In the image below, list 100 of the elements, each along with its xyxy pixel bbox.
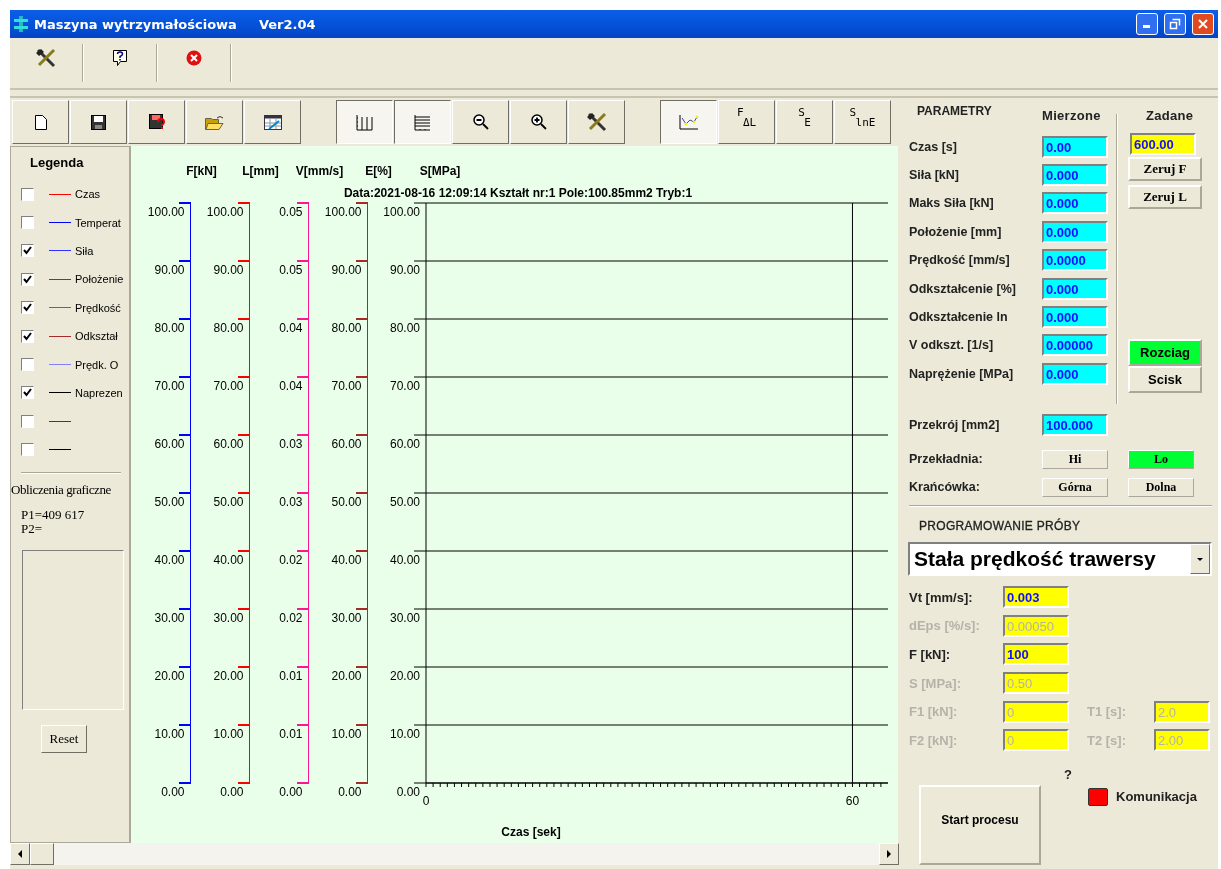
- tick-label: 0.00: [161, 785, 185, 799]
- checkbox[interactable]: [21, 329, 34, 343]
- checkbox[interactable]: [21, 414, 34, 428]
- zero-button[interactable]: Zeruj F: [1128, 157, 1202, 181]
- input-field[interactable]: 100: [1003, 643, 1069, 666]
- value-field[interactable]: 100.000: [1042, 414, 1108, 436]
- limit-switch-button[interactable]: Dolna: [1128, 477, 1194, 497]
- scroll-thumb[interactable]: [30, 843, 54, 865]
- tick-label: 80.00: [154, 321, 185, 335]
- checkbox[interactable]: [21, 216, 34, 230]
- tick-label: 100.00: [206, 205, 244, 219]
- restore-button[interactable]: [1164, 13, 1186, 35]
- tick-label: 10.00: [154, 727, 185, 741]
- mode-dropdown[interactable]: Stała prędkość trawersy: [908, 542, 1212, 576]
- minimize-button[interactable]: [1136, 13, 1158, 35]
- tick-label: 0.01: [279, 727, 303, 741]
- checkbox[interactable]: [21, 358, 34, 372]
- toolbar-button[interactable]: F ΔL: [718, 100, 775, 144]
- checkbox[interactable]: [21, 301, 34, 315]
- scroll-left-button[interactable]: [10, 843, 30, 865]
- tick-label: 0.04: [279, 379, 303, 393]
- tick-label: 0.02: [279, 553, 303, 567]
- tick-label: 90.00: [213, 263, 244, 277]
- document-icon: [34, 114, 47, 130]
- toolbar-button[interactable]: S lnE: [834, 100, 891, 144]
- param-label: Odkształcenie [%]: [909, 281, 1017, 296]
- input-field[interactable]: 0.003: [1003, 586, 1069, 609]
- tick-label: 80.00: [213, 321, 244, 335]
- restore-icon: [1169, 18, 1181, 30]
- checkbox[interactable]: [21, 272, 34, 286]
- zoom-in-icon: [530, 114, 547, 130]
- result-text: P1=409 617: [21, 507, 86, 522]
- tick-label: 0.00: [279, 785, 303, 799]
- tick-label: 30.00: [154, 611, 185, 625]
- tick-label: 50.00: [154, 495, 185, 509]
- legend-label: Położenie: [75, 273, 124, 286]
- tick-label: 20.00: [389, 669, 420, 683]
- checkbox[interactable]: [21, 386, 34, 400]
- tick-label: 100.00: [383, 205, 420, 219]
- gear-button[interactable]: Hi: [1042, 449, 1108, 469]
- tick-label: 70.00: [213, 379, 244, 393]
- legend-label: Siła: [75, 244, 94, 257]
- tick-label: 20.00: [213, 669, 244, 683]
- toolbar-button[interactable]: S E: [776, 100, 833, 144]
- value-field: 0.000: [1042, 163, 1108, 186]
- checkbox[interactable]: [21, 443, 34, 457]
- tick-label: 60.00: [389, 437, 420, 451]
- tick-label: 0.02: [279, 611, 303, 625]
- mode-button[interactable]: Scisk: [1128, 366, 1202, 393]
- param-label: V odkszt. [1/s]: [909, 338, 995, 353]
- axis-unit: F[kN]: [186, 164, 217, 178]
- param-label: Krańcówka:: [909, 480, 981, 494]
- limit-switch-button[interactable]: Górna: [1042, 477, 1108, 497]
- param-label: Położenie [mm]: [909, 224, 1003, 239]
- tick-label: 70.00: [154, 379, 185, 393]
- param-label: Siła [kN]: [909, 167, 960, 182]
- legend-label: Odkształ: [75, 330, 118, 343]
- tick-label: 0.00: [338, 785, 362, 799]
- start-button[interactable]: Start procesu: [919, 784, 1041, 865]
- axis-title: Czas [sek]: [501, 825, 561, 839]
- checkbox[interactable]: [21, 244, 34, 258]
- zero-button[interactable]: Zeruj L: [1128, 185, 1202, 209]
- horizontal-scrollbar[interactable]: [10, 843, 899, 865]
- value-field[interactable]: 600.00: [1130, 133, 1196, 155]
- tick-label: 10.00: [213, 727, 244, 741]
- close-button[interactable]: [1192, 13, 1214, 35]
- value-field: 0.000: [1042, 192, 1108, 215]
- tick-label: 60.00: [331, 437, 362, 451]
- status-mark: ?: [1064, 766, 1073, 782]
- scroll-right-button[interactable]: [879, 843, 899, 865]
- column-header: Mierzone: [1042, 108, 1102, 123]
- tick-label: 20.00: [331, 669, 362, 683]
- table-icon: [263, 114, 282, 130]
- tick-label: 40.00: [389, 553, 420, 567]
- tick-label: 100.00: [147, 205, 185, 219]
- mode-button[interactable]: Rozciag: [1128, 339, 1202, 366]
- tick-label: 50.00: [389, 495, 420, 509]
- param-label: Prędkość [mm/s]: [909, 253, 1011, 268]
- tick-label: 0.00: [396, 785, 420, 799]
- tools-icon: [585, 112, 608, 132]
- tick-label: 90.00: [331, 263, 362, 277]
- tick-label: 0: [422, 794, 430, 808]
- param-label: Czas [s]: [909, 139, 958, 154]
- tick-label: 0.05: [279, 205, 303, 219]
- gear-button[interactable]: Lo: [1128, 449, 1194, 469]
- tick-label: 60.00: [154, 437, 185, 451]
- tick-label: 80.00: [389, 321, 420, 335]
- column-header: Zadane: [1146, 108, 1194, 123]
- legend-label: Prędkość: [75, 301, 121, 314]
- tick-label: 70.00: [331, 379, 362, 393]
- close-icon: [1197, 18, 1209, 30]
- reset-button[interactable]: Reset: [41, 724, 87, 753]
- tick-label: 50.00: [213, 495, 244, 509]
- tick-label: 30.00: [389, 611, 420, 625]
- checkbox[interactable]: [21, 187, 34, 201]
- param-label: Przekładnia:: [909, 452, 984, 466]
- legend-label: Temperat: [75, 216, 121, 229]
- tick-label: 20.00: [154, 669, 185, 683]
- axis-unit: V[mm/s]: [295, 164, 344, 178]
- tick-label: 90.00: [389, 263, 420, 277]
